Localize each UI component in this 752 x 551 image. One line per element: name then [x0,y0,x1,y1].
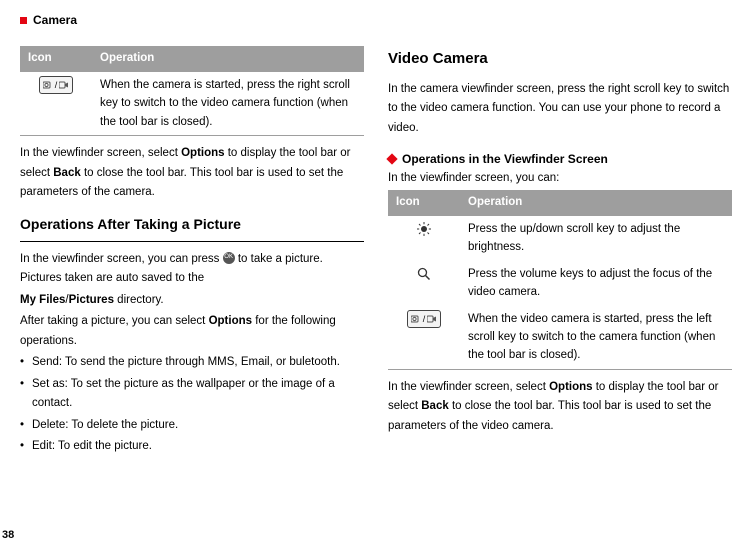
list-item: Delete: To delete the picture. [20,416,364,436]
table-cell-operation: When the video camera is started, press … [460,306,732,370]
sub-heading: Operations in the Viewfinder Screen [388,149,732,169]
table-row: Press the volume keys to adjust the focu… [388,261,732,306]
paragraph: In the viewfinder screen, select Options… [388,378,732,437]
bold-text: Options [181,147,224,159]
brightness-icon-cell [388,216,460,261]
bold-text: Back [421,400,449,412]
mode-switch-icon-cell: / [388,306,460,370]
bold-text: My Files [20,294,65,306]
bold-text: Back [53,167,81,179]
text: In the viewfinder screen, select [20,147,181,159]
camera-video-mode-icon: / [407,310,442,328]
text: directory. [114,294,164,306]
table-cell-operation: Press the volume keys to adjust the focu… [460,261,732,306]
content-columns: Icon Operation / When the camera is star… [20,46,732,459]
paragraph: In the viewfinder screen, you can press … [20,250,364,289]
mode-switch-icon-cell: / [20,72,92,136]
section-heading: Video Camera [388,46,732,72]
focus-icon-cell [388,261,460,306]
bold-text: Options [549,381,592,393]
left-column: Icon Operation / When the camera is star… [20,46,364,459]
text: After taking a picture, you can select [20,315,209,327]
table-cell-operation: When the camera is started, press the ri… [92,72,364,136]
table-header-operation: Operation [460,190,732,216]
ok-button-icon: OK [223,252,235,264]
text: In the viewfinder screen, you can press [20,253,223,265]
paragraph: In the viewfinder screen, you can: [388,169,732,189]
paragraph: After taking a picture, you can select O… [20,312,364,351]
right-column: Video Camera In the camera viewfinder sc… [388,46,732,459]
table-row: / When the video camera is started, pres… [388,306,732,370]
video-icon-table: Icon Operation [388,190,732,369]
paragraph: In the viewfinder screen, select Options… [20,144,364,203]
list-item: Send: To send the picture through MMS, E… [20,353,364,373]
page-number: 38 [2,526,14,545]
brightness-icon [417,222,431,236]
diamond-icon [386,153,397,164]
bold-text: Options [209,315,252,327]
bullet-list: Send: To send the picture through MMS, E… [20,353,364,457]
paragraph: In the camera viewfinder screen, press t… [388,80,732,139]
table-header-icon: Icon [20,46,92,72]
page-header: Camera [20,10,732,30]
list-item: Edit: To edit the picture. [20,437,364,457]
table-header-operation: Operation [92,46,364,72]
sub-heading-text: Operations in the Viewfinder Screen [402,149,608,169]
section-heading: Operations After Taking a Picture [20,213,364,242]
table-row: Press the up/down scroll key to adjust t… [388,216,732,261]
table-cell-operation: Press the up/down scroll key to adjust t… [460,216,732,261]
magnifier-icon [417,267,431,281]
list-item: Set as: To set the picture as the wallpa… [20,375,364,414]
header-square-icon [20,17,27,24]
text: In the viewfinder screen, select [388,381,549,393]
table-header-icon: Icon [388,190,460,216]
camera-icon-table: Icon Operation / When the camera is star… [20,46,364,136]
paragraph: My Files/Pictures directory. [20,291,364,311]
bold-text: Pictures [69,294,114,306]
camera-video-mode-icon: / [39,76,74,94]
table-row: / When the camera is started, press the … [20,72,364,136]
header-title: Camera [33,10,77,30]
